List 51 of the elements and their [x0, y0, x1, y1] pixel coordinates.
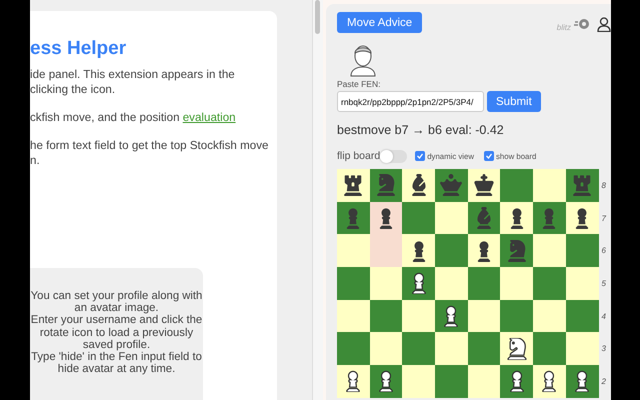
- submit-button[interactable]: Submit: [487, 91, 541, 112]
- gear-icon[interactable]: [574, 17, 590, 31]
- flip-board-toggle[interactable]: [380, 150, 408, 162]
- rank-label: 3: [602, 343, 606, 356]
- board-square[interactable]: [500, 202, 534, 234]
- rank-label: 5: [602, 278, 606, 290]
- mode-label: blitz: [556, 23, 571, 32]
- scrollbar[interactable]: [312, 0, 323, 400]
- board-square[interactable]: [500, 332, 534, 366]
- board-square[interactable]: [402, 267, 436, 300]
- board-square[interactable]: [402, 169, 436, 202]
- option-checkbox[interactable]: [484, 151, 494, 161]
- board-square[interactable]: [402, 234, 436, 268]
- rank-label: 6: [602, 245, 606, 258]
- page-title: ess Helper: [30, 38, 128, 60]
- profile-note: You can set your profile along with an avatar image. Enter your username and click the rotate icon to load a previously saved profile. Type 'hide' in the Fen input field to hide avatar at any time.: [30, 268, 203, 400]
- board-square[interactable]: [337, 169, 370, 202]
- move-advice-button[interactable]: Move Advice: [337, 12, 422, 33]
- best-move-result: bestmove b7 → b6 eval: -0.42: [337, 123, 505, 137]
- rank-label: 2: [602, 376, 606, 388]
- fen-input-field[interactable]: rnbqk2r/pp2bppp/2p1pn2/2P5/3P4/: [337, 91, 484, 112]
- board-square[interactable]: [566, 202, 598, 234]
- board-square[interactable]: [533, 365, 566, 398]
- rank-label: 4: [602, 310, 606, 323]
- board-square[interactable]: [468, 202, 500, 234]
- board-square[interactable]: [468, 169, 500, 202]
- rook-icon[interactable]: [342, 174, 364, 196]
- board-square[interactable]: [370, 169, 402, 202]
- board-square[interactable]: [500, 365, 534, 398]
- board-square[interactable]: [337, 365, 370, 398]
- board-square[interactable]: [435, 300, 468, 332]
- king-icon[interactable]: [473, 174, 496, 196]
- board-square[interactable]: [533, 202, 566, 234]
- flip-board-label: flip board: [337, 150, 380, 162]
- knight-icon[interactable]: [506, 338, 528, 360]
- option-checkbox[interactable]: [415, 151, 426, 161]
- help-paragraph: ide panel. This extension appears in the clicking the icon.: [30, 67, 236, 97]
- fen-label: Paste FEN:: [337, 79, 382, 89]
- queen-icon[interactable]: [440, 174, 462, 196]
- board-square[interactable]: [370, 365, 402, 398]
- evaluation-link[interactable]: evaluation: [182, 111, 236, 124]
- rank-label: 7: [602, 212, 606, 225]
- help-paragraph: he form text field to get the top Stockfish move n.: [30, 138, 270, 168]
- board-square[interactable]: [566, 365, 598, 398]
- board-square[interactable]: [468, 234, 500, 268]
- board-square[interactable]: [500, 234, 534, 268]
- board-square[interactable]: [337, 202, 370, 234]
- highlighted-square[interactable]: [370, 202, 402, 234]
- rank-label: 8: [602, 180, 606, 192]
- user-icon[interactable]: [597, 17, 611, 32]
- help-paragraph: ckfish move, and the position evaluation: [30, 110, 237, 125]
